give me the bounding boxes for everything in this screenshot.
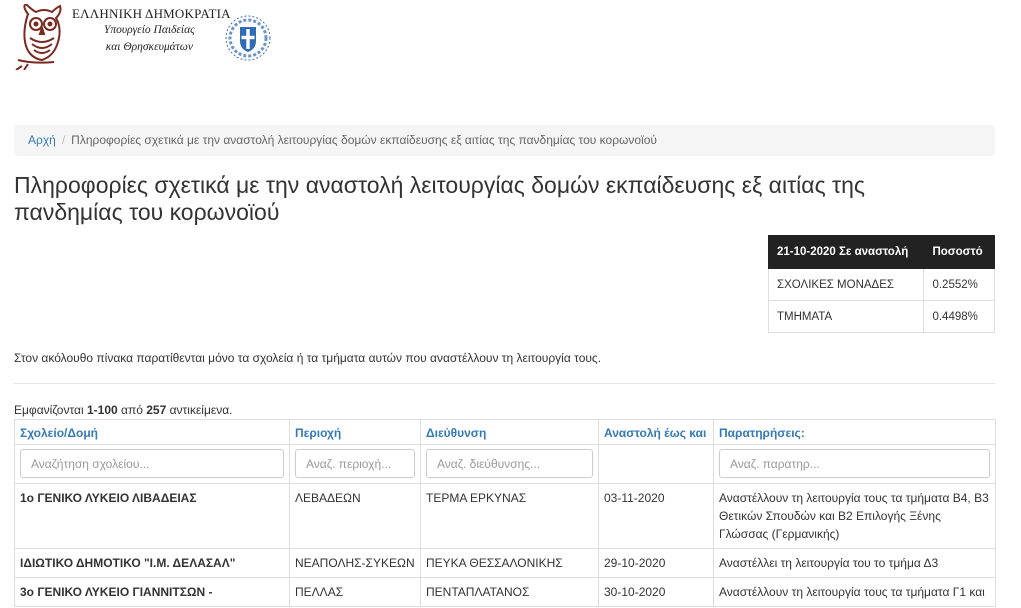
notes-cell: Αναστέλλει τη λειτουργία του το τμήμα Δ3 (713, 548, 996, 578)
summary-total: 257 (146, 403, 167, 417)
notes-cell: Αναστέλλουν τη λειτουργία τους τα τμήματ… (713, 577, 996, 607)
summary-middle: από (117, 403, 147, 417)
stats-header-date: 21-10-2020 Σε αναστολή (767, 235, 925, 269)
breadcrumb-current: Πληροφορίες σχετικά με την αναστολή λειτ… (71, 133, 657, 147)
breadcrumb-home-link[interactable]: Αρχή (28, 133, 56, 147)
ministry-name: ΕΛΛΗΝΙΚΗ ΔΗΜΟΚΡΑΤΙΑ Υπουργείο Παιδείας κ… (72, 6, 231, 56)
area-search-input[interactable] (295, 449, 415, 478)
stats-value: 0.2552% (923, 268, 995, 301)
notes-search-input[interactable] (719, 449, 990, 478)
sort-directorate-header[interactable]: Διεύθυνση (420, 419, 599, 445)
ministry-line-1: Υπουργείο Παιδείας (103, 24, 195, 36)
sort-until-header[interactable]: Αναστολή έως και (598, 419, 714, 445)
filter-cell-empty (598, 444, 714, 484)
stats-value: 0.4498% (923, 300, 995, 333)
school-cell: 3ο ΓΕΝΙΚΟ ΛΥΚΕΙΟ ΓΙΑΝΝΙΤΣΩΝ - (14, 577, 290, 607)
breadcrumb-separator: / (61, 133, 66, 147)
until-cell: 29-10-2020 (598, 548, 714, 578)
area-cell: ΠΕΛΛΑΣ (289, 577, 421, 607)
owl-logo-icon[interactable] (14, 4, 66, 70)
divider (14, 383, 995, 384)
table-row: ΙΔΙΩΤΙΚΟ ΔΗΜΟΤΙΚΟ "Ι.Μ. ΔΕΛΑΣΑΛ" ΝΕΑΠΟΛΗ… (14, 548, 996, 578)
sort-notes-header[interactable]: Παρατηρήσεις: (713, 419, 996, 445)
directorate-cell: ΤΕΡΜΑ ΕΡΚΥΝΑΣ (420, 483, 599, 549)
stats-header-percentage: Ποσοστό (923, 235, 995, 269)
area-cell: ΝΕΑΠΟΛΗΣ-ΣΥΚΕΩΝ (289, 548, 421, 578)
page-title: Πληροφορίες σχετικά με την αναστολή λειτ… (14, 172, 865, 225)
directorate-cell: ΠΕΝΤΑΠΛΑΤΑΝΟΣ (420, 577, 599, 607)
until-cell: 30-10-2020 (598, 577, 714, 607)
school-search-input[interactable] (20, 449, 284, 478)
ministry-line-2: και Θρησκευμάτων (105, 41, 194, 53)
results-summary: Εμφανίζονται 1-100 από 257 αντικείμενα. (14, 403, 233, 417)
table-row: 3ο ΓΕΝΙΚΟ ΛΥΚΕΙΟ ΓΙΑΝΝΙΤΣΩΝ - ΠΕΛΛΑΣ ΠΕΝ… (14, 577, 996, 607)
filter-cell (420, 444, 599, 484)
table-row: 1ο ΓΕΝΙΚΟ ΛΥΚΕΙΟ ΛΙΒΑΔΕΙΑΣ ΛΕΒΑΔΕΩΝ ΤΕΡΜ… (14, 483, 996, 549)
country-title: ΕΛΛΗΝΙΚΗ ΔΗΜΟΚΡΑΤΙΑ (72, 6, 231, 21)
stats-label: ΤΜΗΜΑΤΑ (767, 300, 925, 333)
summary-prefix: Εμφανίζονται (14, 403, 87, 417)
stats-row: ΤΜΗΜΑΤΑ 0.4498% (767, 300, 995, 333)
greek-emblem-icon (225, 15, 271, 61)
school-cell: ΙΔΙΩΤΙΚΟ ΔΗΜΟΤΙΚΟ "Ι.Μ. ΔΕΛΑΣΑΛ" (14, 548, 290, 578)
directorate-cell: ΠΕΥΚΑ ΘΕΣΣΑΛΟΝΙΚΗΣ (420, 548, 599, 578)
stats-label: ΣΧΟΛΙΚΕΣ ΜΟΝΑΔΕΣ (767, 268, 925, 301)
table-note: Στον ακόλουθο πίνακα παρατίθενται μόνο τ… (14, 351, 602, 365)
filter-cell (713, 444, 996, 484)
schools-grid: Σχολείο/Δομή Περιοχή Διεύθυνση Αναστολή … (14, 419, 996, 607)
sort-area-header[interactable]: Περιοχή (289, 419, 421, 445)
summary-suffix: αντικείμενα. (166, 403, 233, 417)
area-cell: ΛΕΒΑΔΕΩΝ (289, 483, 421, 549)
school-cell: 1ο ΓΕΝΙΚΟ ΛΥΚΕΙΟ ΛΙΒΑΔΕΙΑΣ (14, 483, 290, 549)
sort-school-header[interactable]: Σχολείο/Δομή (14, 419, 290, 445)
directorate-search-input[interactable] (426, 449, 593, 478)
summary-range: 1-100 (86, 403, 118, 417)
stats-row: ΣΧΟΛΙΚΕΣ ΜΟΝΑΔΕΣ 0.2552% (767, 268, 995, 301)
filter-cell (14, 444, 290, 484)
suspension-stats-table: 21-10-2020 Σε αναστολή Ποσοστό ΣΧΟΛΙΚΕΣ … (767, 235, 995, 333)
site-header: ΕΛΛΗΝΙΚΗ ΔΗΜΟΚΡΑΤΙΑ Υπουργείο Παιδείας κ… (14, 4, 314, 74)
filter-cell (289, 444, 421, 484)
until-cell: 03-11-2020 (598, 483, 714, 549)
notes-cell: Αναστέλλουν τη λειτουργία τους τα τμήματ… (713, 483, 996, 549)
breadcrumb: Αρχή / Πληροφορίες σχετικά με την αναστολή… (14, 125, 995, 156)
